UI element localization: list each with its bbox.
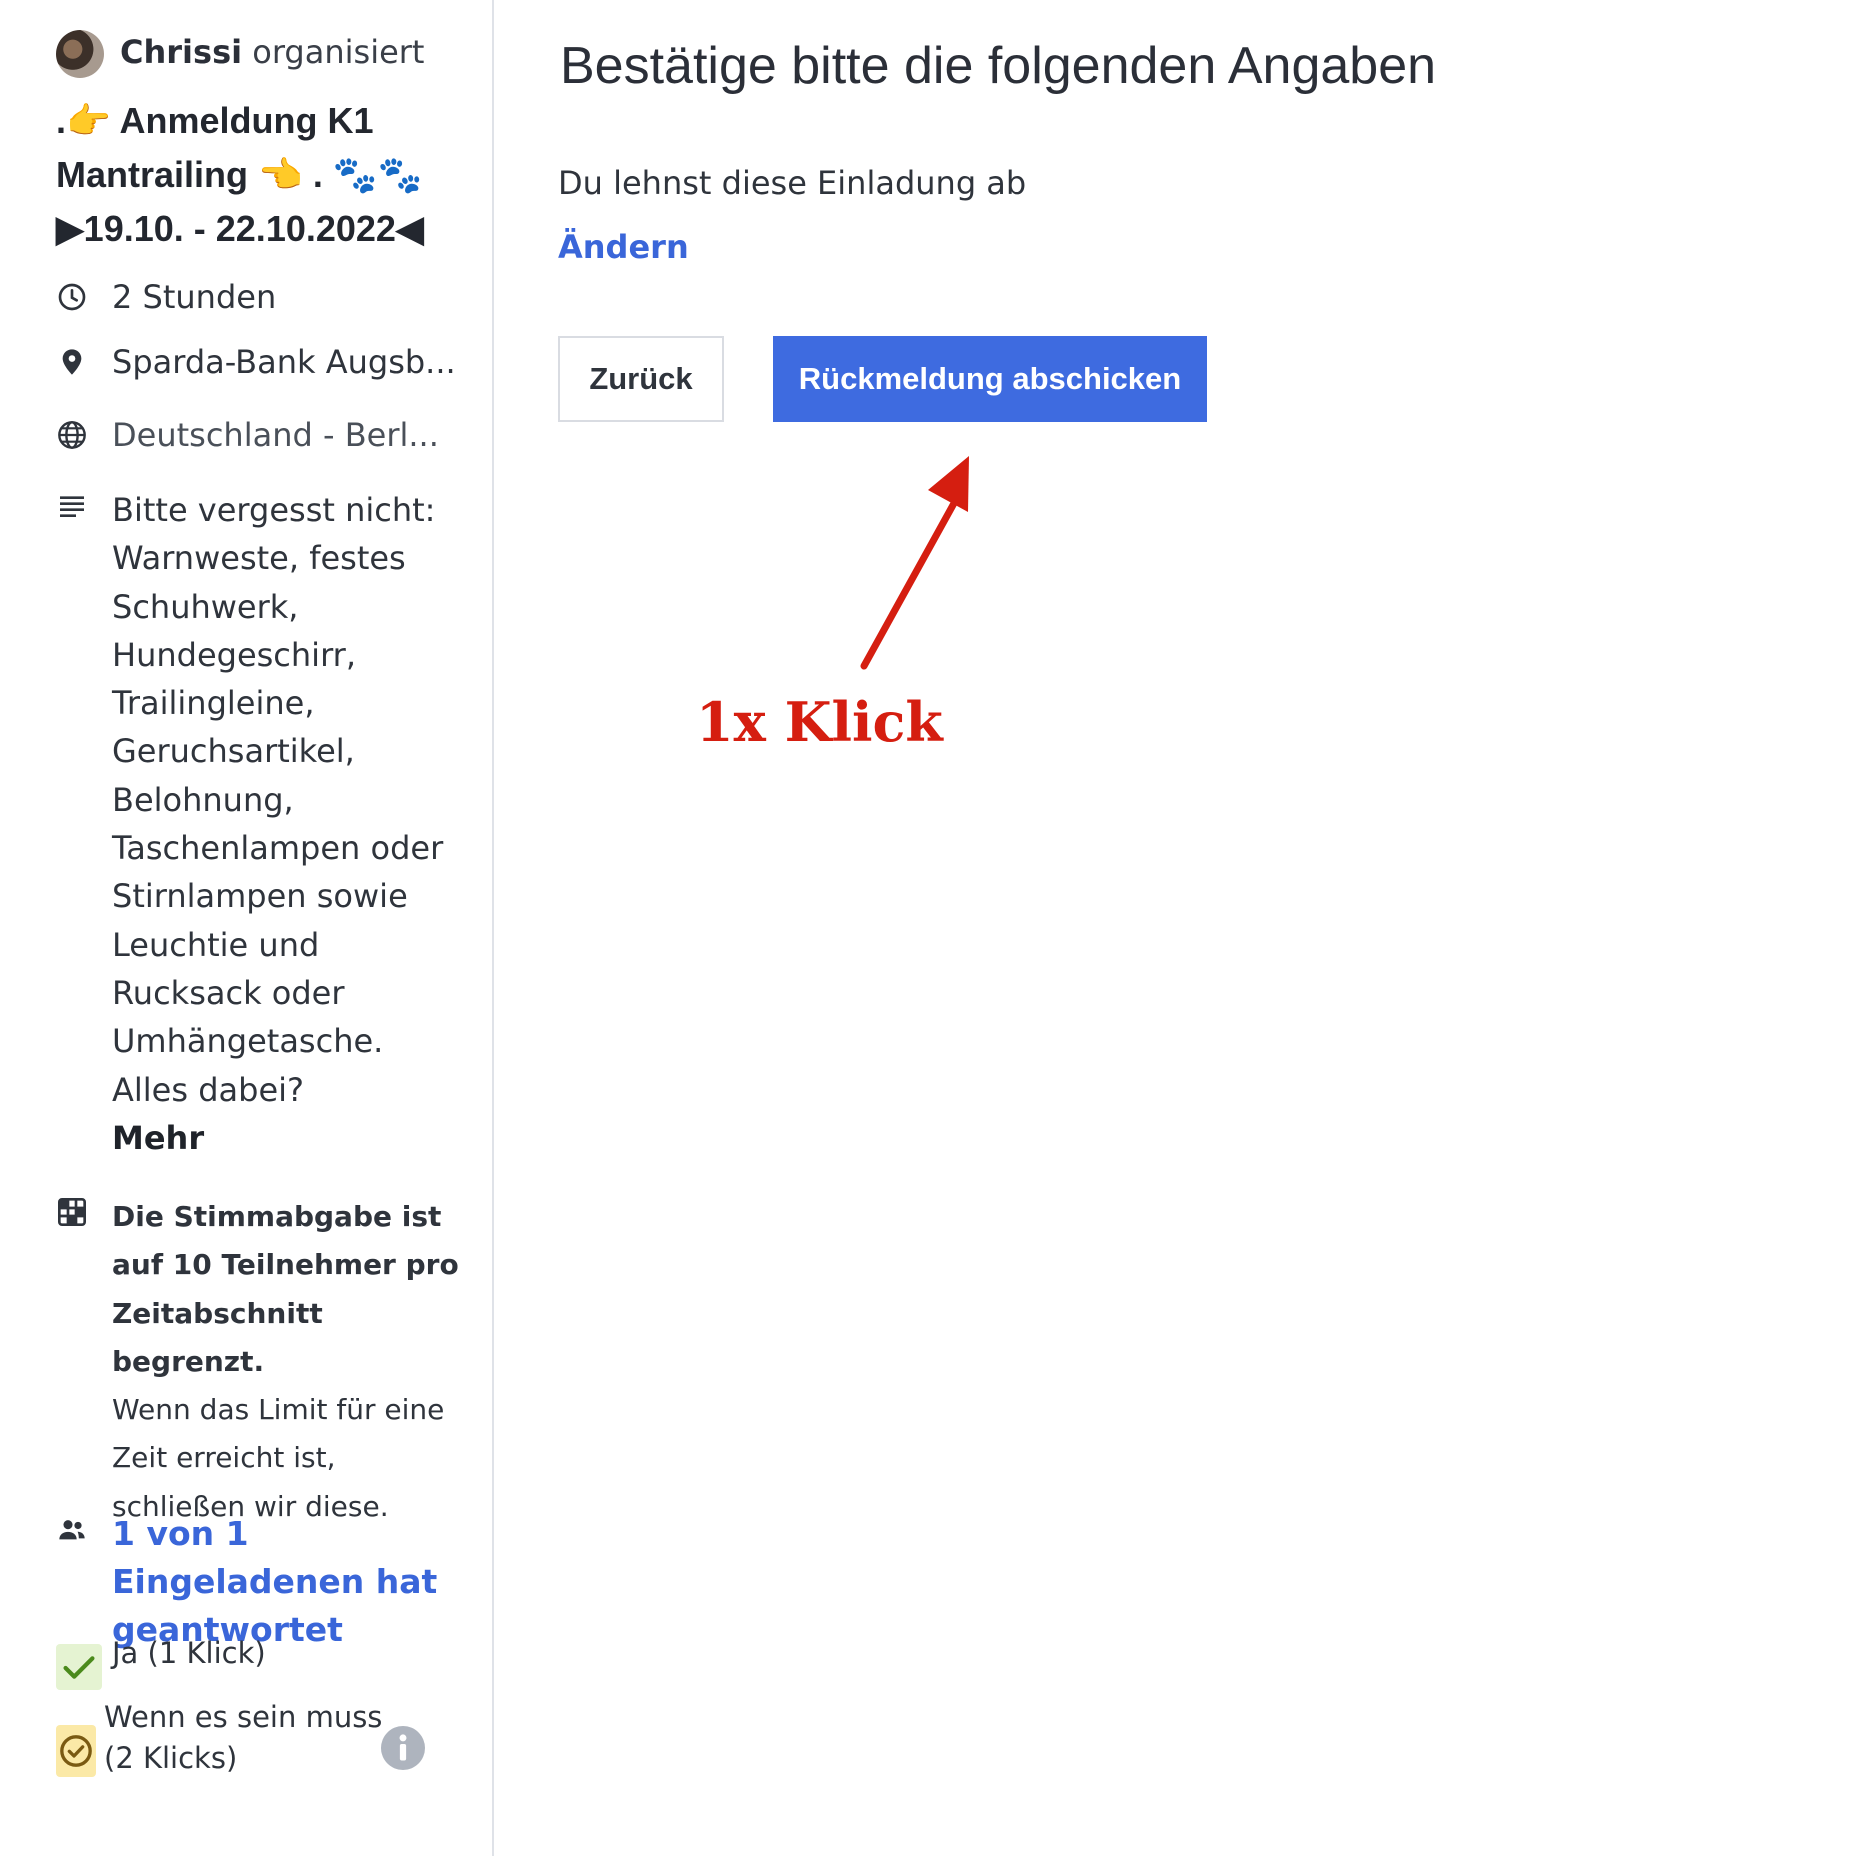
limit-title: Die Stimmabgabe ist auf 10 Teilnehmer pr…: [112, 1200, 459, 1378]
grid-icon: [58, 1198, 86, 1226]
people-icon: [59, 1520, 85, 1540]
event-title-line-3: ▶19.10. - 22.10.2022◀: [56, 208, 424, 249]
avatar: [56, 30, 104, 78]
info-icon[interactable]: [381, 1726, 425, 1770]
more-link[interactable]: Mehr: [112, 1114, 462, 1162]
location-text: Sparda-Bank Augsb...: [112, 343, 456, 381]
text-lines-icon: [60, 496, 84, 517]
page-title: Bestätige bitte die folgenden Angaben: [560, 37, 1437, 95]
arrow-icon: [860, 456, 969, 670]
decision-text: Du lehnst diese Einladung ab: [558, 164, 1027, 202]
check-circle-icon: [60, 1735, 92, 1767]
organizer-suffix: organisiert: [252, 33, 425, 71]
organizer-line: Chrissi organisiert: [120, 33, 424, 71]
legend-yes-text: Ja (1 Klick): [112, 1636, 266, 1670]
event-title: .👉 Anmeldung K1 Mantrailing 👈 . 🐾🐾 ▶19.1…: [56, 94, 466, 256]
clock-icon: [58, 283, 86, 311]
legend-maybe-line-2: (2 Klicks): [104, 1741, 238, 1775]
yes-badge: [56, 1644, 102, 1690]
timezone-text: Deutschland - Berl...: [112, 416, 439, 454]
back-button[interactable]: Zurück: [558, 336, 724, 422]
location-pin-icon: [62, 349, 82, 375]
organizer-name: Chrissi: [120, 33, 243, 71]
description-text: Bitte vergesst nicht: Warnweste, festes …: [112, 491, 444, 1109]
legend-maybe-line-1: Wenn es sein muss: [104, 1700, 383, 1734]
globe-icon: [58, 421, 86, 449]
maybe-badge: [56, 1725, 96, 1777]
duration-text: 2 Stunden: [112, 278, 277, 316]
submit-button[interactable]: Rückmeldung abschicken: [773, 336, 1207, 422]
change-link[interactable]: Ändern: [558, 228, 689, 266]
event-title-line-1: .👉 Anmeldung K1: [56, 100, 374, 141]
legend-maybe: Wenn es sein muss (2 Klicks): [104, 1697, 382, 1779]
sidebar: Chrissi organisiert .👉 Anmeldung K1 Mant…: [0, 0, 494, 1856]
limit-block: Die Stimmabgabe ist auf 10 Teilnehmer pr…: [112, 1193, 462, 1531]
description-block: Bitte vergesst nicht: Warnweste, festes …: [112, 486, 462, 1162]
annotation-text: 1x Klick: [696, 690, 943, 754]
invited-status-link[interactable]: 1 von 1 Eingeladenen hat geantwortet: [112, 1510, 472, 1654]
event-title-line-2: Mantrailing 👈 . 🐾🐾: [56, 154, 423, 195]
check-icon: [63, 1656, 95, 1679]
